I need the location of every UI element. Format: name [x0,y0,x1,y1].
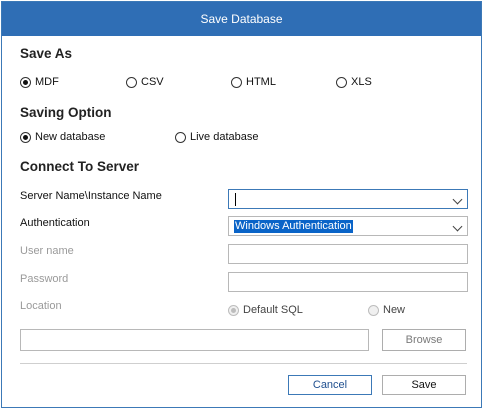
radio-live-database[interactable]: Live database [175,131,259,143]
radio-default-sql-label: Default SQL [243,304,303,316]
dialog-title: Save Database [200,12,283,26]
server-name-label: Server Name\Instance Name [20,190,162,202]
location-label: Location [20,300,62,312]
server-name-combobox[interactable] [228,189,468,209]
radio-live-database-indicator[interactable] [175,131,186,143]
radio-csv-label: CSV [141,76,164,88]
radio-html-label: HTML [246,76,276,88]
radio-new-location-label: New [383,304,406,316]
authentication-dropdown[interactable]: Windows Authentication [228,216,468,236]
radio-mdf[interactable]: MDF [20,76,59,88]
password-label: Password [20,273,69,285]
text-caret [235,193,236,206]
radio-new-location-indicator[interactable] [368,304,379,316]
password-input[interactable] [228,272,468,292]
radio-live-database-label: Live database [190,131,259,143]
chevron-down-icon[interactable] [452,194,463,205]
username-label: User name [20,245,74,257]
save-button[interactable]: Save [382,375,466,395]
radio-new-database-label: New database [35,131,106,143]
browse-button[interactable]: Browse [382,329,466,351]
chevron-down-icon[interactable] [452,221,463,232]
radio-xls-indicator[interactable] [336,76,347,88]
footer-divider [20,363,467,364]
radio-csv[interactable]: CSV [126,76,164,88]
radio-new-location[interactable]: New [368,304,405,316]
radio-html-indicator[interactable] [231,76,242,88]
radio-default-sql-indicator[interactable] [228,304,239,316]
save-as-heading: Save As [20,46,73,61]
authentication-label: Authentication [20,217,90,229]
location-path-input[interactable] [20,329,369,351]
radio-new-database-indicator[interactable] [20,131,31,143]
radio-html[interactable]: HTML [231,76,276,88]
radio-xls-label: XLS [351,76,372,88]
radio-xls[interactable]: XLS [336,76,372,88]
username-input[interactable] [228,244,468,264]
save-database-dialog: Save Database Save As MDF CSV HTML XLS S… [1,1,482,408]
cancel-button[interactable]: Cancel [288,375,372,395]
radio-mdf-label: MDF [35,76,59,88]
radio-mdf-indicator[interactable] [20,76,31,88]
saving-option-heading: Saving Option [20,105,112,120]
dialog-titlebar: Save Database [2,2,481,36]
radio-default-sql[interactable]: Default SQL [228,304,303,316]
authentication-value: Windows Authentication [234,220,353,233]
radio-new-database[interactable]: New database [20,131,105,143]
connect-to-server-heading: Connect To Server [20,159,140,174]
radio-csv-indicator[interactable] [126,76,137,88]
